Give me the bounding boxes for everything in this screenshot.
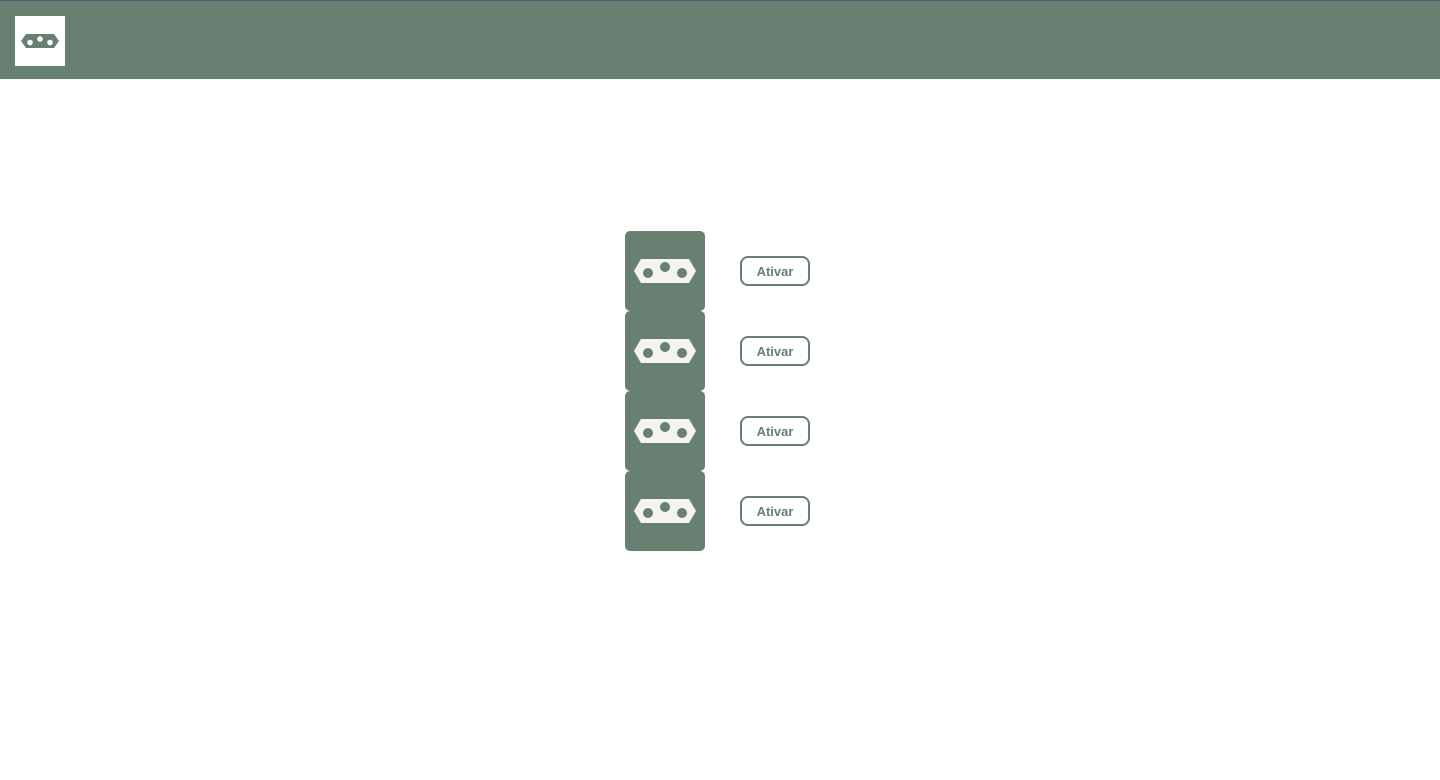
outlet-row-3: Ativar (625, 391, 815, 471)
top-header (0, 0, 1440, 79)
app-logo[interactable] (15, 16, 65, 66)
outlet-tile (625, 471, 705, 551)
power-outlet-icon (634, 499, 696, 523)
power-outlet-icon (21, 34, 59, 48)
power-outlet-icon (634, 339, 696, 363)
activate-button[interactable]: Ativar (740, 496, 810, 526)
activate-button[interactable]: Ativar (740, 416, 810, 446)
power-outlet-icon (634, 259, 696, 283)
outlet-list: Ativar Ativar Ativar Ativar (625, 231, 815, 551)
outlet-row-1: Ativar (625, 231, 815, 311)
outlet-tile (625, 391, 705, 471)
outlet-row-2: Ativar (625, 311, 815, 391)
activate-button[interactable]: Ativar (740, 336, 810, 366)
outlet-row-4: Ativar (625, 471, 815, 551)
power-outlet-icon (634, 419, 696, 443)
outlet-tile (625, 311, 705, 391)
outlet-tile (625, 231, 705, 311)
activate-button[interactable]: Ativar (740, 256, 810, 286)
